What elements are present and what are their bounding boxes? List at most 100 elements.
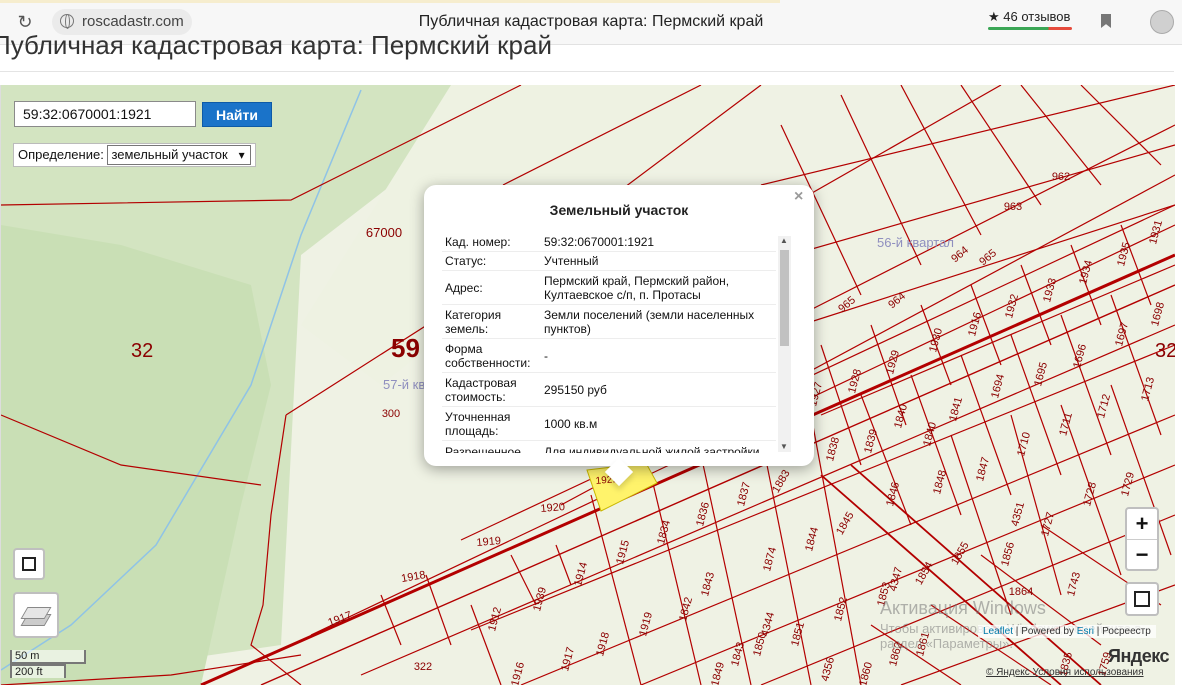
parcel-number-label: 1933 bbox=[1041, 277, 1059, 304]
scale-metric: 50 m bbox=[10, 650, 86, 664]
parcel-number-label: 322 bbox=[414, 661, 432, 673]
parcel-number-label: 67000 bbox=[366, 225, 402, 240]
reviews-badge[interactable]: ★ 46 отзывов bbox=[988, 9, 1072, 30]
info-value: 1000 кв.м bbox=[541, 406, 776, 441]
parcel-number-label: 1837 bbox=[735, 481, 753, 508]
info-key: Статус: bbox=[442, 251, 541, 271]
parcel-number-label: 962 bbox=[1052, 171, 1070, 183]
parcel-number-label: 4344 bbox=[759, 611, 777, 638]
info-key: Разрешенное bbox=[442, 440, 541, 453]
parcel-number-label: 1931 bbox=[1147, 219, 1165, 246]
legend-button[interactable] bbox=[13, 548, 45, 580]
info-value: Земли поселений (земли населенных пункто… bbox=[541, 304, 776, 339]
page-title: Публичная кадастровая карта: Пермский кр… bbox=[0, 30, 552, 60]
attribution-sep: | Powered by bbox=[1013, 626, 1077, 637]
info-key: Уточненная площадь: bbox=[442, 406, 541, 441]
info-row: Уточненная площадь: 1000 кв.м bbox=[442, 406, 776, 441]
parcel-number-label: 1839 bbox=[862, 428, 880, 455]
parcel-number-label: 1845 bbox=[834, 510, 857, 537]
big-label-32: 32 bbox=[131, 340, 153, 362]
parcel-number-label: 1918 bbox=[594, 631, 612, 658]
parcel-number-label: 1844 bbox=[803, 526, 821, 553]
parcel-number-label: 1843 bbox=[699, 571, 717, 598]
cadastral-number-input[interactable] bbox=[14, 101, 196, 127]
parcel-number-label: 1710 bbox=[1015, 431, 1033, 458]
parcel-number-label: 4351 bbox=[1009, 501, 1027, 528]
parcel-number-label: 1916 bbox=[509, 661, 527, 685]
parcel-number-label: 1917 bbox=[559, 646, 577, 673]
parcel-number-label: 1934 bbox=[1077, 259, 1095, 286]
parcel-number-label: 1864 bbox=[1009, 586, 1033, 598]
parcel-number-label: 1743 bbox=[1065, 571, 1083, 598]
parcel-number-label: 1712 bbox=[1095, 393, 1113, 420]
rating-bar bbox=[988, 27, 1072, 30]
yandex-terms-link[interactable]: © Яндекс Условия использования bbox=[986, 667, 1144, 678]
profile-icon[interactable] bbox=[1150, 10, 1174, 34]
parcel-number-label: 300 bbox=[382, 408, 400, 420]
divider bbox=[0, 71, 1174, 72]
info-row: Категория земель: Земли поселений (земли … bbox=[442, 304, 776, 339]
windows-activation-title: Активация Windows bbox=[880, 598, 1046, 618]
parcel-number-label: 1842 bbox=[677, 596, 695, 623]
parcel-number-label: 1860 bbox=[857, 661, 875, 685]
parcel-number-label: 964 bbox=[886, 290, 908, 311]
scroll-up-icon[interactable]: ▲ bbox=[780, 236, 788, 245]
big-label-59: 59 bbox=[391, 333, 420, 363]
yandex-logo: Яндекс bbox=[1108, 646, 1170, 666]
zoom-out-button[interactable]: − bbox=[1127, 540, 1157, 570]
parcel-number-label: 1847 bbox=[974, 456, 992, 483]
zoom-in-button[interactable]: + bbox=[1127, 509, 1157, 540]
block-label-56: 56-й квартал bbox=[877, 235, 954, 250]
info-value: Учтенный bbox=[541, 251, 776, 271]
popup-scrollbar[interactable]: ▲ ▼ bbox=[778, 236, 791, 452]
popup-content[interactable]: Кад. номер: 59:32:0670001:1921 Статус: Учте… bbox=[442, 233, 778, 453]
esri-link[interactable]: Esri bbox=[1077, 626, 1094, 637]
leaflet-link[interactable]: Leaflet bbox=[983, 626, 1013, 637]
parcel-number-label: 1856 bbox=[999, 541, 1017, 568]
parcel-number-label: 1694 bbox=[989, 373, 1007, 400]
parcel-number-label: 1935 bbox=[1115, 241, 1133, 268]
parcel-number-label: 1914 bbox=[572, 561, 590, 588]
parcel-number-label: 1711 bbox=[1057, 411, 1075, 437]
parcel-number-label: 1848 bbox=[931, 469, 949, 496]
parcel-number-label: 1932 bbox=[1003, 293, 1021, 320]
parcel-info-table: Кад. номер: 59:32:0670001:1921 Статус: Учте… bbox=[442, 233, 776, 453]
reviews-text: ★ 46 отзывов bbox=[988, 9, 1071, 24]
definition-label: Определение: bbox=[18, 147, 104, 162]
parcel-number-label: 1920 bbox=[540, 501, 565, 515]
parcel-number-label: 1841 bbox=[947, 396, 965, 423]
parcel-number-label: 1698 bbox=[1149, 301, 1167, 328]
info-key: Категория земель: bbox=[442, 304, 541, 339]
parcel-number-label: 1851 bbox=[789, 621, 807, 648]
legend-icon bbox=[22, 557, 36, 571]
parcel-number-label: 963 bbox=[1004, 201, 1022, 213]
info-value: Пермский край, Пермский район, Култаевск… bbox=[541, 270, 776, 305]
info-row: Форма собственности: - bbox=[442, 338, 776, 373]
parcel-number-label: 1919 bbox=[637, 611, 655, 638]
parcel-number-label: 1912 bbox=[486, 606, 504, 633]
big-label-32-right: 32 bbox=[1155, 340, 1175, 362]
parcel-number-label: 1840 bbox=[921, 421, 939, 448]
definition-row: Определение: земельный участок bbox=[13, 143, 256, 167]
parcel-number-label: 1849 bbox=[709, 661, 727, 685]
info-value: - bbox=[541, 338, 776, 373]
popup-title: Земельный участок bbox=[549, 202, 689, 218]
parcel-number-label: 1929 bbox=[884, 349, 902, 376]
find-button[interactable]: Найти bbox=[202, 102, 272, 127]
info-key: Кадастровая стоимость: bbox=[442, 372, 541, 407]
info-row: Кад. номер: 59:32:0670001:1921 bbox=[442, 233, 776, 252]
scroll-down-icon[interactable]: ▼ bbox=[780, 442, 788, 451]
map-attribution: Leaflet | Powered by Esri | Росреестр bbox=[978, 625, 1156, 638]
parcel-number-label: 1695 bbox=[1032, 361, 1050, 388]
info-key: Форма собственности: bbox=[442, 338, 541, 373]
parcel-number-label: 1928 bbox=[846, 368, 864, 395]
yandex-terms-text: © Яндекс Условия использования bbox=[986, 667, 1144, 678]
zoom-control: + − bbox=[1125, 507, 1159, 571]
parcel-number-label: 1915 bbox=[614, 539, 632, 566]
scrollbar-thumb[interactable] bbox=[780, 250, 789, 346]
layers-button[interactable] bbox=[13, 592, 59, 638]
info-value: Для индивидуальной жилой застройки bbox=[541, 440, 776, 453]
info-row: Статус: Учтенный bbox=[442, 251, 776, 271]
definition-select[interactable]: земельный участок bbox=[107, 145, 251, 165]
parcel-number-label: 1729 bbox=[1119, 471, 1137, 498]
